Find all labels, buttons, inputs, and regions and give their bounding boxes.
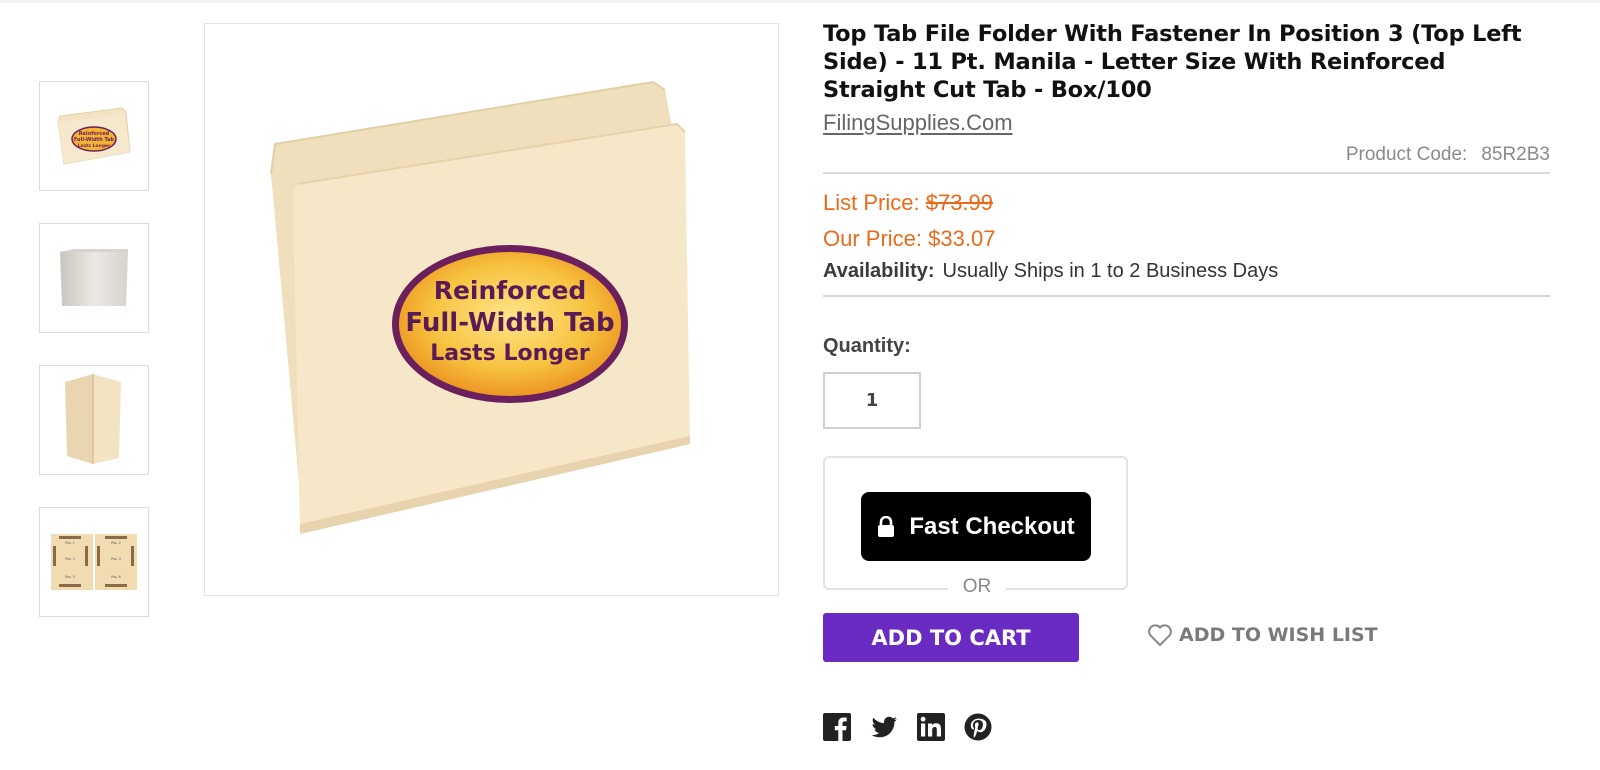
our-price-label: Our Price: xyxy=(823,226,923,251)
thumbnail-fastener-positions-image: Pos. 1 Pos. 2 Pos. 3 Pos. 4 Pos. 5 Pos. … xyxy=(51,534,137,590)
twitter-icon[interactable] xyxy=(870,713,898,741)
lock-icon xyxy=(878,515,895,537)
thumbnail-folder-plain-image xyxy=(60,249,128,306)
heart-icon xyxy=(1148,624,1172,647)
fast-checkout-box: Fast Checkout OR xyxy=(823,456,1128,598)
availability-row: Availability: Usually Ships in 1 to 2 Bus… xyxy=(823,260,1550,283)
fast-checkout-button[interactable]: Fast Checkout xyxy=(861,492,1091,561)
thumbnail-position-label: Pos. 3 xyxy=(65,557,74,561)
thumbnail-folder-open[interactable] xyxy=(39,365,149,475)
quantity-label: Quantity: xyxy=(823,335,911,357)
or-separator: OR xyxy=(948,576,1006,598)
product-code-row: Product Code: 85R2B3 xyxy=(823,144,1550,166)
thumbnail-position-label: Pos. 5 xyxy=(65,575,74,579)
thumbnail-badge-line-3: Lasts Longer xyxy=(78,143,111,149)
add-to-wishlist-link[interactable]: ADD TO WISH LIST xyxy=(1147,623,1378,647)
list-price-row: List Price: $73.99 xyxy=(823,190,1550,216)
badge-line-2: Full-Width Tab xyxy=(405,308,614,338)
pinterest-icon[interactable] xyxy=(964,713,992,741)
divider xyxy=(823,295,1550,297)
divider xyxy=(823,172,1550,174)
thumbnail-badge-line-2: Full-Width Tab xyxy=(74,137,115,143)
thumbnail-position-label: Pos. 6 xyxy=(111,575,120,579)
list-price-label: List Price: xyxy=(823,190,920,215)
thumbnail-folder-badge-image: Reinforced Full-Width Tab Lasts Longer xyxy=(57,107,131,165)
thumbnail-folder-open-image xyxy=(65,374,121,464)
linkedin-icon[interactable] xyxy=(917,713,945,741)
fast-checkout-label: Fast Checkout xyxy=(909,512,1075,540)
product-title: Top Tab File Folder With Fastener In Pos… xyxy=(823,21,1522,103)
thumbnail-fastener-positions[interactable]: Pos. 1 Pos. 2 Pos. 3 Pos. 4 Pos. 5 Pos. … xyxy=(39,507,149,617)
folder-illustration: Reinforced Full-Width Tab Lasts Longer xyxy=(270,80,690,534)
add-to-cart-button[interactable]: ADD TO CART xyxy=(823,613,1079,662)
thumbnail-position-label: Pos. 1 xyxy=(65,541,74,545)
our-price-row: Our Price: $33.07 xyxy=(823,226,1550,252)
badge-line-1: Reinforced xyxy=(434,276,587,305)
top-border xyxy=(0,0,1600,3)
product-info: Top Tab File Folder With Fastener In Pos… xyxy=(823,20,1550,429)
wishlist-label: ADD TO WISH LIST xyxy=(1179,624,1378,646)
product-code-label: Product Code: xyxy=(1345,144,1468,165)
brand-link[interactable]: FilingSupplies.Com xyxy=(823,110,1013,136)
thumbnail-position-label: Pos. 4 xyxy=(111,557,120,561)
list-price-value: $73.99 xyxy=(925,190,994,215)
thumbnail-folder-plain[interactable] xyxy=(39,223,149,333)
availability-value: Usually Ships in 1 to 2 Business Days xyxy=(942,260,1279,282)
badge-line-3: Lasts Longer xyxy=(430,341,590,366)
facebook-icon[interactable] xyxy=(823,713,851,741)
thumbnail-gallery: Reinforced Full-Width Tab Lasts Longer P… xyxy=(39,81,149,649)
our-price-value: $33.07 xyxy=(928,226,996,251)
thumbnail-folder-badge[interactable]: Reinforced Full-Width Tab Lasts Longer xyxy=(39,81,149,191)
social-share xyxy=(823,713,1011,741)
thumbnail-position-label: Pos. 2 xyxy=(111,541,120,545)
quantity-input[interactable] xyxy=(823,372,921,429)
availability-label: Availability: xyxy=(823,260,935,282)
main-product-image[interactable]: Reinforced Full-Width Tab Lasts Longer xyxy=(204,23,779,596)
product-code-value: 85R2B3 xyxy=(1481,144,1550,165)
